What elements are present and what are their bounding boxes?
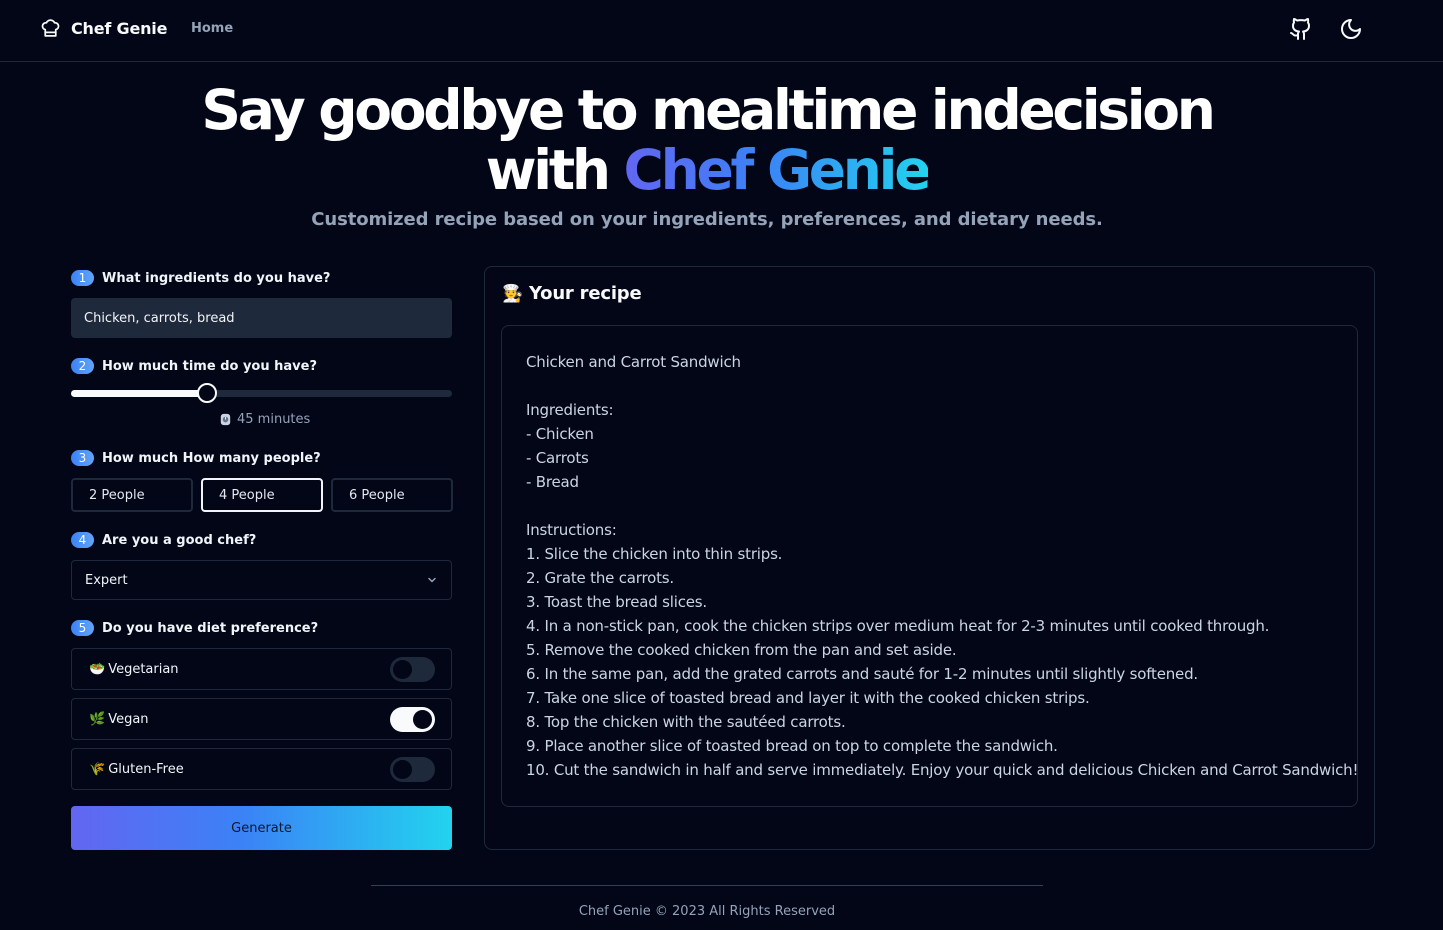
chevron-down-icon — [428, 577, 436, 583]
step-number-badge: 2 — [71, 358, 94, 374]
hero-title: Say goodbye to mealtime indecision with … — [0, 80, 1414, 200]
recipe-line: - Carrots — [526, 449, 589, 467]
recipe-line — [526, 374, 1333, 398]
recipe-line: 4. In a non-stick pan, cook the chicken … — [526, 617, 1270, 635]
recipe-line: 5. Remove the cooked chicken from the pa… — [526, 641, 957, 659]
hero-title-with: with — [485, 138, 624, 202]
recipe-content: Chicken and Carrot Sandwich Ingredients: -… — [501, 325, 1358, 807]
nav-home-link[interactable]: Home — [191, 21, 233, 36]
wheat-icon: 🌾 — [89, 761, 106, 777]
time-readout: 45 minutes — [218, 412, 310, 427]
step-ingredients-label: 1 What ingredients do you have? — [71, 270, 330, 286]
people-option-4[interactable]: 4 People — [201, 478, 323, 512]
step-label: What ingredients do you have? — [102, 270, 331, 286]
diet-label: Vegetarian — [108, 661, 179, 677]
step-number-badge: 4 — [71, 532, 94, 548]
step-diet-label: 5 Do you have diet preference? — [71, 620, 318, 636]
recipe-line: Instructions: — [526, 521, 617, 539]
salad-icon: 🥗 — [89, 661, 106, 677]
diet-option-vegetarian: 🥗 Vegetarian — [71, 648, 452, 690]
vegan-toggle[interactable] — [390, 706, 435, 732]
people-option-6[interactable]: 6 People — [331, 478, 453, 512]
recipe-title: Your recipe — [528, 283, 642, 304]
hero-title-brand: Chef Genie — [623, 138, 932, 202]
people-option-2[interactable]: 2 People — [71, 478, 193, 512]
recipe-line: 10. Cut the sandwich in half and serve i… — [526, 761, 1359, 779]
skill-select-value: Expert — [85, 572, 128, 588]
diet-option-vegan: 🌿 Vegan — [71, 698, 452, 740]
generate-button[interactable]: Generate — [71, 806, 452, 850]
step-number-badge: 5 — [71, 620, 94, 636]
recipe-line: 2. Grate the carrots. — [526, 569, 674, 587]
step-people-label: 3 How much How many people? — [71, 450, 321, 466]
hero-title-line1: Say goodbye to mealtime indecision — [201, 78, 1216, 142]
chef-hat-icon — [41, 19, 60, 37]
github-icon[interactable] — [1289, 17, 1313, 41]
recipe-line: 3. Toast the bread slices. — [526, 593, 707, 611]
top-navbar: Chef Genie Home — [0, 0, 1443, 62]
ingredients-input[interactable] — [71, 298, 452, 338]
toggle-knob — [393, 659, 412, 679]
recipe-line: Ingredients: — [526, 401, 614, 419]
step-skill-label: 4 Are you a good chef? — [71, 532, 256, 548]
brand[interactable]: Chef Genie — [40, 17, 167, 39]
diet-label: Gluten-Free — [108, 761, 184, 777]
recipe-line: 1. Slice the chicken into thin strips. — [526, 545, 783, 563]
timer-icon — [220, 413, 231, 426]
step-time-label: 2 How much time do you have? — [71, 358, 317, 374]
chef-icon: 🧑‍🍳 — [502, 283, 523, 304]
step-label: Do you have diet preference? — [102, 620, 319, 636]
recipe-line: 6. In the same pan, add the grated carro… — [526, 665, 1198, 683]
skill-select[interactable]: Expert — [71, 560, 452, 600]
recipe-card: 🧑‍🍳 Your recipe Chicken and Carrot Sandw… — [484, 266, 1375, 850]
toggle-knob — [413, 709, 432, 729]
diet-label: Vegan — [108, 711, 149, 727]
time-slider-fill — [71, 390, 208, 397]
time-value: 45 minutes — [237, 412, 311, 427]
step-number-badge: 1 — [71, 270, 94, 286]
diet-option-gluten-free: 🌾 Gluten-Free — [71, 748, 452, 790]
gluten-free-toggle[interactable] — [390, 756, 435, 782]
footer-divider — [371, 885, 1043, 886]
step-number-badge: 3 — [71, 450, 94, 466]
recipe-line: 8. Top the chicken with the sautéed carr… — [526, 713, 846, 731]
recipe-line: Chicken and Carrot Sandwich — [526, 353, 741, 371]
herb-icon: 🌿 — [89, 711, 106, 727]
recipe-line: - Bread — [526, 473, 579, 491]
step-label: How much time do you have? — [102, 358, 318, 374]
step-label: Are you a good chef? — [102, 532, 257, 548]
recipe-card-title: 🧑‍🍳 Your recipe — [502, 283, 642, 304]
recipe-line: 7. Take one slice of toasted bread and l… — [526, 689, 1090, 707]
brand-name: Chef Genie — [71, 18, 168, 38]
hero-subtitle: Customized recipe based on your ingredie… — [311, 209, 1103, 230]
recipe-line: - Chicken — [526, 425, 594, 443]
toggle-knob — [393, 759, 412, 779]
time-slider-thumb[interactable] — [197, 383, 218, 403]
recipe-line — [526, 494, 1333, 518]
recipe-line: 9. Place another slice of toasted bread … — [526, 737, 1058, 755]
moon-icon[interactable] — [1339, 17, 1363, 41]
time-slider[interactable] — [71, 383, 452, 403]
step-label: How much How many people? — [102, 450, 321, 466]
vegetarian-toggle[interactable] — [390, 656, 435, 682]
footer-text: Chef Genie © 2023 All Rights Reserved — [578, 904, 836, 919]
